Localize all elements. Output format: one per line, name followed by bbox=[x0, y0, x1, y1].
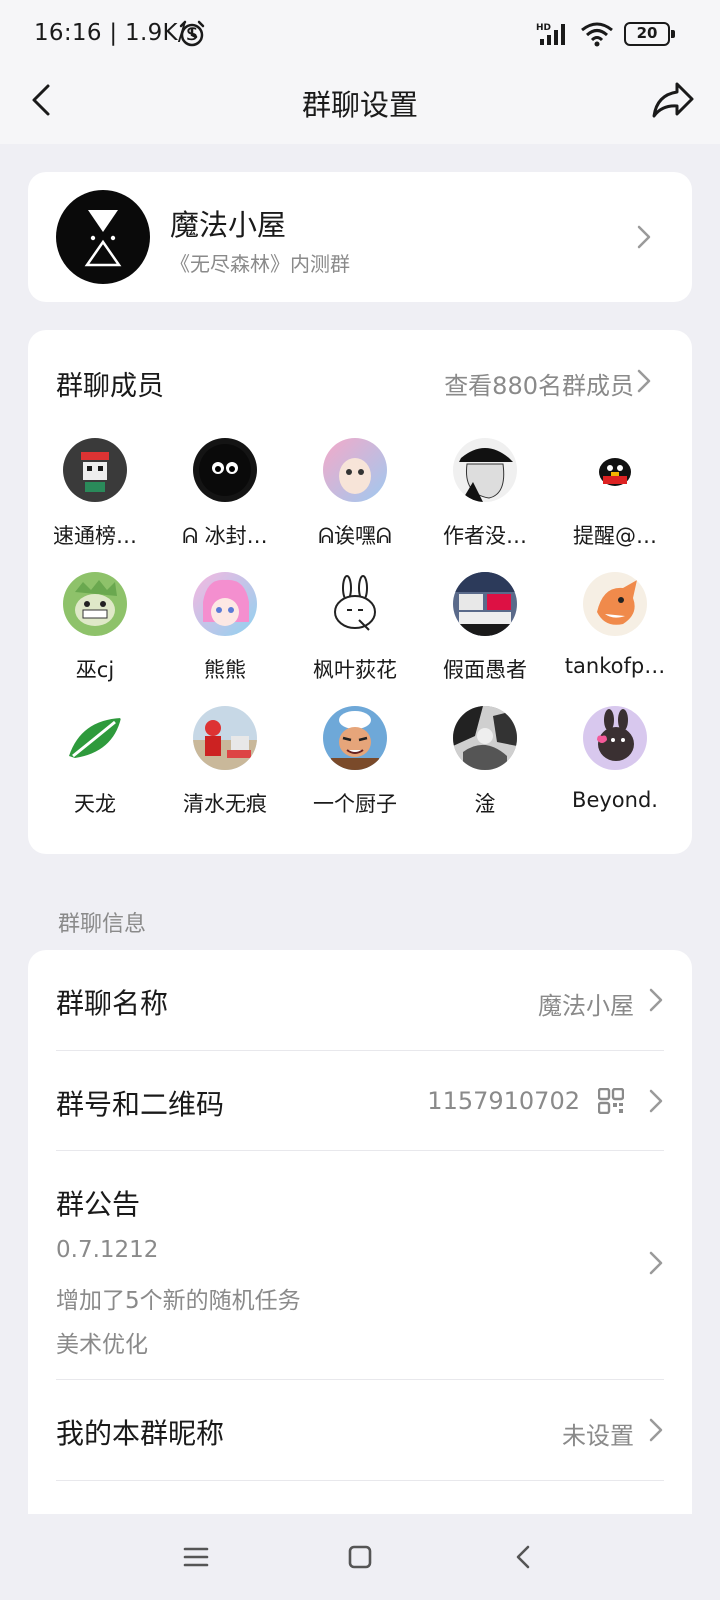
nav-bar: 群聊设置 bbox=[0, 66, 720, 144]
member-name: 一个厨子 bbox=[313, 792, 397, 816]
member-item[interactable]: 天龙 bbox=[30, 706, 160, 818]
member-avatar bbox=[453, 706, 517, 770]
group-id-row[interactable]: 群号和二维码 1157910702 bbox=[56, 1051, 664, 1151]
system-nav-bar bbox=[0, 1514, 720, 1600]
member-name: 假面愚者 bbox=[443, 658, 527, 682]
svg-text:HD: HD bbox=[536, 23, 551, 33]
member-name: 提醒@… bbox=[573, 524, 657, 548]
member-name: 速通榜… bbox=[53, 524, 137, 548]
member-item[interactable]: 熊熊 bbox=[160, 572, 290, 684]
group-avatar bbox=[56, 190, 150, 284]
member-item[interactable]: 速通榜… bbox=[30, 438, 160, 550]
back-nav-icon[interactable] bbox=[508, 1542, 540, 1572]
battery-icon: 20 bbox=[624, 22, 675, 46]
members-title: 群聊成员 bbox=[56, 371, 164, 402]
chevron-right-icon bbox=[637, 225, 651, 249]
my-nickname-value: 未设置 bbox=[562, 1422, 634, 1450]
notice-line: 0.7.1212 bbox=[56, 1237, 159, 1263]
group-profile-card[interactable]: 魔法小屋 《无尽森林》内测群 bbox=[28, 172, 692, 302]
member-avatar bbox=[453, 438, 517, 502]
alarm-icon bbox=[179, 20, 205, 47]
chevron-right-icon bbox=[649, 1089, 663, 1113]
qr-code-icon bbox=[598, 1088, 624, 1114]
section-label-group-info: 群聊信息 bbox=[58, 912, 147, 937]
chevron-right-icon bbox=[649, 988, 663, 1012]
member-item[interactable]: 一个厨子 bbox=[290, 706, 420, 818]
member-name: ᕱ诶嘿ᕱ bbox=[318, 524, 392, 548]
member-name: 淦 bbox=[474, 792, 496, 816]
group-notice-label: 群公告 bbox=[56, 1188, 141, 1221]
home-icon[interactable] bbox=[344, 1542, 376, 1572]
member-name: 清水无痕 bbox=[183, 792, 267, 816]
status-icons: HD 20 bbox=[536, 20, 675, 48]
screen: 16:16 | 1.9K/s HD 20 群聊设置 魔法小屋 《无尽森林》内测群… bbox=[0, 0, 720, 1600]
group-name: 魔法小屋 bbox=[170, 208, 287, 242]
member-name: tankofp… bbox=[564, 654, 666, 678]
member-name: 天龙 bbox=[74, 792, 116, 816]
my-nickname-label: 我的本群昵称 bbox=[56, 1417, 225, 1450]
share-icon[interactable] bbox=[650, 78, 696, 122]
group-logo-icon bbox=[84, 210, 122, 267]
member-avatar bbox=[63, 572, 127, 636]
member-avatar bbox=[583, 572, 647, 636]
members-card: 群聊成员 查看880名群成员 速通榜… ᕱ 冰封… ᕱ诶嘿ᕱ 作者没… 提醒@…… bbox=[28, 330, 692, 854]
member-name: Beyond. bbox=[572, 788, 658, 812]
chevron-right-icon bbox=[649, 1251, 663, 1275]
member-name: 枫叶荻花 bbox=[313, 658, 397, 682]
member-avatar bbox=[323, 572, 387, 636]
member-avatar bbox=[63, 438, 127, 502]
group-name-value: 魔法小屋 bbox=[538, 992, 634, 1020]
member-item[interactable]: 假面愚者 bbox=[420, 572, 550, 684]
my-nickname-row[interactable]: 我的本群昵称 未设置 bbox=[56, 1380, 664, 1480]
member-item[interactable]: 巫cj bbox=[30, 572, 160, 684]
group-id-label: 群号和二维码 bbox=[56, 1088, 225, 1121]
chevron-right-icon bbox=[649, 1418, 663, 1442]
member-name: 巫cj bbox=[75, 658, 115, 682]
menu-icon[interactable] bbox=[180, 1542, 212, 1572]
member-item[interactable]: 作者没… bbox=[420, 438, 550, 550]
signal-icon: HD bbox=[536, 23, 565, 45]
notice-line: 美术优化 bbox=[56, 1332, 148, 1358]
member-item[interactable]: 枫叶荻花 bbox=[290, 572, 420, 684]
member-avatar bbox=[323, 438, 387, 502]
status-time: 16:16 | 1.9K/s bbox=[34, 20, 199, 46]
member-avatar bbox=[193, 706, 257, 770]
chevron-right-icon[interactable] bbox=[636, 368, 652, 394]
member-avatar bbox=[323, 706, 387, 770]
member-avatar bbox=[583, 706, 647, 770]
member-avatar bbox=[193, 572, 257, 636]
group-id-value: 1157910702 bbox=[427, 1087, 580, 1115]
member-item[interactable]: 提醒@… bbox=[550, 438, 680, 550]
page-title: 群聊设置 bbox=[301, 88, 418, 122]
member-name: 作者没… bbox=[443, 524, 527, 548]
member-avatar bbox=[583, 438, 647, 502]
view-all-members-link[interactable]: 查看880名群成员 bbox=[444, 366, 634, 401]
group-name-row[interactable]: 群聊名称 魔法小屋 bbox=[56, 950, 664, 1050]
notice-line: 增加了5个新的随机任务 bbox=[56, 1288, 301, 1314]
member-avatar bbox=[193, 438, 257, 502]
member-item[interactable]: tankofp… bbox=[550, 572, 680, 678]
group-name-label: 群聊名称 bbox=[56, 987, 169, 1020]
member-item[interactable]: ᕱ诶嘿ᕱ bbox=[290, 438, 420, 550]
member-item[interactable]: ᕱ 冰封… bbox=[160, 438, 290, 550]
group-info-card: 群聊名称 魔法小屋 群号和二维码 1157910702 群公告 0.7.1212… bbox=[28, 950, 692, 1520]
group-notice-row[interactable]: 群公告 0.7.1212 增加了5个新的随机任务 美术优化 bbox=[56, 1151, 664, 1375]
member-item[interactable]: Beyond. bbox=[550, 706, 680, 812]
member-item[interactable]: 淦 bbox=[420, 706, 550, 818]
divider bbox=[56, 1480, 664, 1481]
member-name: ᕱ 冰封… bbox=[182, 524, 268, 548]
member-avatar bbox=[63, 706, 127, 770]
member-avatar bbox=[453, 572, 517, 636]
member-name: 熊熊 bbox=[204, 658, 246, 682]
group-description: 《无尽森林》内测群 bbox=[170, 252, 350, 276]
member-item[interactable]: 清水无痕 bbox=[160, 706, 290, 818]
wifi-icon bbox=[581, 22, 613, 47]
status-bar: 16:16 | 1.9K/s HD 20 bbox=[0, 0, 720, 66]
